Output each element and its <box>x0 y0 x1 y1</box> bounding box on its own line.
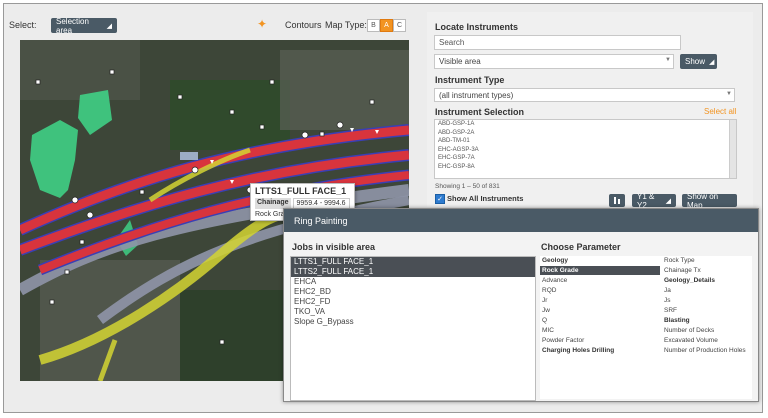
caret-icon: ◢ <box>665 197 671 205</box>
dialog-title: Ring Painting <box>284 209 758 232</box>
instrument-count: Showing 1 – 50 of 831 <box>435 183 500 190</box>
parameter-option[interactable]: Number of Decks <box>662 326 752 335</box>
job-list-item[interactable]: EHC2_BD <box>291 287 535 297</box>
map-type-c-button[interactable]: C <box>393 19 406 32</box>
parameter-option[interactable]: Chainage Tx <box>662 266 752 275</box>
instrument-type-value: (all instrument types) <box>439 90 514 100</box>
show-all-checkbox[interactable]: ✓ <box>435 194 445 204</box>
params-grid[interactable]: Geology Rock Grade Advance RQD Jr Jw Q MIC Powde… <box>540 256 752 399</box>
job-list-item[interactable]: EHC2_FD <box>291 297 535 307</box>
job-list-item[interactable]: TKO_VA <box>291 307 535 317</box>
parameter-option[interactable]: Ja <box>662 286 752 295</box>
parameter-option[interactable]: Charging Holes Drilling <box>540 346 660 355</box>
parameter-option[interactable]: RQD <box>540 286 660 295</box>
show-button[interactable]: Show ◢ <box>680 54 717 69</box>
jobs-list[interactable]: LTTS1_FULL FACE_1 LTTS2_FULL FACE_1 EHCA EH… <box>290 256 536 401</box>
selection-area-label: Selection area <box>56 16 89 35</box>
list-item[interactable]: ABD-GSP-2A <box>435 129 736 138</box>
job-list-item[interactable]: EHCA <box>291 277 535 287</box>
chevron-down-icon: ▼ <box>665 57 671 63</box>
list-item[interactable]: EHC-GSP-8A <box>435 163 736 172</box>
select-label: Select: <box>9 20 37 30</box>
chevron-down-icon: ▼ <box>726 91 732 97</box>
map-toolbar: Select: Selection area ◢ ✦ Contours Map … <box>9 14 414 38</box>
parameter-option[interactable]: SRF <box>662 306 752 315</box>
map-type-a-button[interactable]: A <box>380 19 393 32</box>
map-type-label: Map Type: <box>325 20 367 30</box>
parameter-option[interactable]: Jr <box>540 296 660 305</box>
parameter-option[interactable]: Jw <box>540 306 660 315</box>
caret-icon: ◢ <box>709 58 715 66</box>
selection-area-button[interactable]: Selection area ◢ <box>51 16 117 35</box>
parameter-option[interactable]: Excavated Volume <box>662 336 752 345</box>
show-on-map-label: Show on Map <box>687 191 719 210</box>
magic-wand-icon[interactable]: ✦ <box>257 17 267 31</box>
instrument-list[interactable]: ABD-GSP-1A ABD-GSP-2A ABD-TM-01 EHC-AGSP… <box>434 119 737 179</box>
select-all-link[interactable]: Select all <box>704 107 736 116</box>
parameter-option[interactable]: Rock Grade <box>540 266 660 275</box>
parameter-option[interactable]: Geology <box>540 256 660 265</box>
jobs-heading: Jobs in visible area <box>292 242 376 252</box>
contours-label: Contours <box>285 20 322 30</box>
list-scrollbar[interactable] <box>729 120 736 178</box>
parameter-option[interactable]: Q <box>540 316 660 325</box>
params-heading: Choose Parameter <box>541 242 621 252</box>
area-select-value: Visible area <box>439 57 481 66</box>
search-input[interactable]: Search <box>434 35 681 50</box>
job-list-item[interactable]: LTTS1_FULL FACE_1 <box>291 257 535 267</box>
parameter-option[interactable]: Geology_Details <box>662 276 752 285</box>
map-type-b-button[interactable]: B <box>367 19 380 32</box>
parameter-option[interactable]: Powder Factor <box>540 336 660 345</box>
chart-icon[interactable] <box>609 194 625 207</box>
ring-painting-dialog: Ring Painting Jobs in visible area LTTS1… <box>283 208 759 402</box>
parameter-option[interactable]: Rock Type <box>662 256 752 265</box>
parameter-option[interactable]: Blasting <box>662 316 752 325</box>
parameter-option[interactable]: Advance <box>540 276 660 285</box>
list-item[interactable]: EHC-AGSP-3A <box>435 146 736 155</box>
show-button-label: Show <box>685 57 706 66</box>
caret-icon: ◢ <box>106 22 112 30</box>
show-on-map-button[interactable]: Show on Map <box>682 191 737 210</box>
job-list-item[interactable]: LTTS2_FULL FACE_1 <box>291 267 535 277</box>
instrument-selection-heading: Instrument Selection <box>435 107 525 117</box>
locate-heading: Locate Instruments <box>435 22 519 32</box>
parameter-option[interactable]: Js <box>662 296 752 305</box>
instrument-type-select[interactable]: (all instrument types) ▼ <box>434 88 735 102</box>
parameter-option[interactable]: Number of Production Holes <box>662 346 752 355</box>
tooltip-title: LTTS1_FULL FACE_1 <box>255 186 347 196</box>
show-all-label: Show All Instruments <box>447 194 524 203</box>
instrument-type-heading: Instrument Type <box>435 75 505 85</box>
parameter-option[interactable]: MIC <box>540 326 660 335</box>
list-item[interactable]: ABD-GSP-1A <box>435 120 736 129</box>
instrument-panel: Locate Instruments Search Visible area ▼… <box>427 12 753 210</box>
area-select[interactable]: Visible area ▼ <box>434 54 674 69</box>
job-list-item[interactable]: Slope G_Bypass <box>291 317 535 327</box>
list-item[interactable]: ABD-TM-01 <box>435 137 736 146</box>
y1-y2-label: Y1 & Y2 <box>637 191 655 210</box>
list-item[interactable]: EHC-GSP-7A <box>435 154 736 163</box>
y1-y2-button[interactable]: Y1 & Y2 ◢ <box>632 191 676 210</box>
